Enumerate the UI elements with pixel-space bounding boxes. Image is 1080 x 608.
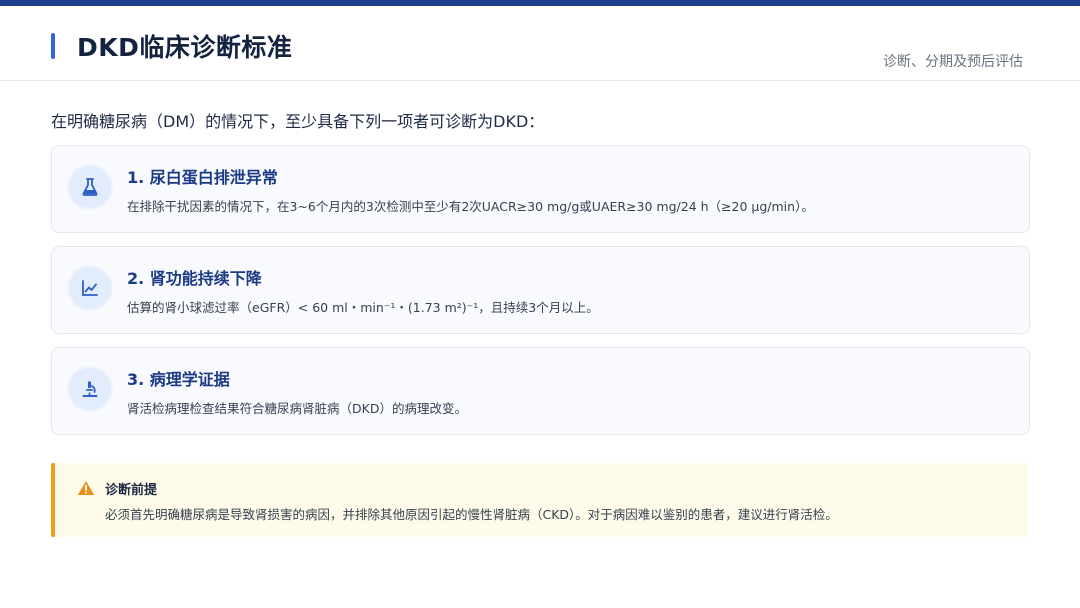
criterion-description: 在排除干扰因素的情况下，在3~6个月内的3次检测中至少有2次UACR≥30 mg… — [127, 199, 814, 214]
page-title: DKD临床诊断标准 — [77, 33, 293, 62]
flask-icon — [69, 166, 111, 208]
page-header: DKD临床诊断标准 诊断、分期及预后评估 — [0, 6, 1080, 81]
criterion-description: 肾活检病理检查结果符合糖尿病肾脏病（DKD）的病理改变。 — [127, 401, 467, 416]
note-text: 必须首先明确糖尿病是导致肾损害的病因，并排除其他原因引起的慢性肾脏病（CKD）。… — [105, 507, 838, 522]
criterion-card-2: 2. 肾功能持续下降 估算的肾小球滤过率（eGFR）< 60 ml・min⁻¹・… — [51, 246, 1030, 334]
line-chart-icon — [69, 267, 111, 309]
criterion-description: 估算的肾小球滤过率（eGFR）< 60 ml・min⁻¹・(1.73 m²)⁻¹… — [127, 300, 599, 315]
page-subtitle: 诊断、分期及预后评估 — [883, 54, 1023, 70]
criterion-card-3: 3. 病理学证据 肾活检病理检查结果符合糖尿病肾脏病（DKD）的病理改变。 — [51, 347, 1030, 435]
criterion-title: 3. 病理学证据 — [127, 370, 230, 389]
warning-icon — [77, 481, 95, 495]
title-accent-bar — [51, 33, 55, 59]
diagnosis-premise-note: 诊断前提 必须首先明确糖尿病是导致肾损害的病因，并排除其他原因引起的慢性肾脏病（… — [51, 463, 1028, 537]
criterion-title: 1. 尿白蛋白排泄异常 — [127, 168, 278, 187]
criterion-card-1: 1. 尿白蛋白排泄异常 在排除干扰因素的情况下，在3~6个月内的3次检测中至少有… — [51, 145, 1030, 233]
microscope-icon — [69, 368, 111, 410]
note-title: 诊断前提 — [105, 483, 158, 498]
intro-text: 在明确糖尿病（DM）的情况下，至少具备下列一项者可诊断为DKD： — [51, 112, 545, 131]
criterion-title: 2. 肾功能持续下降 — [127, 269, 262, 288]
